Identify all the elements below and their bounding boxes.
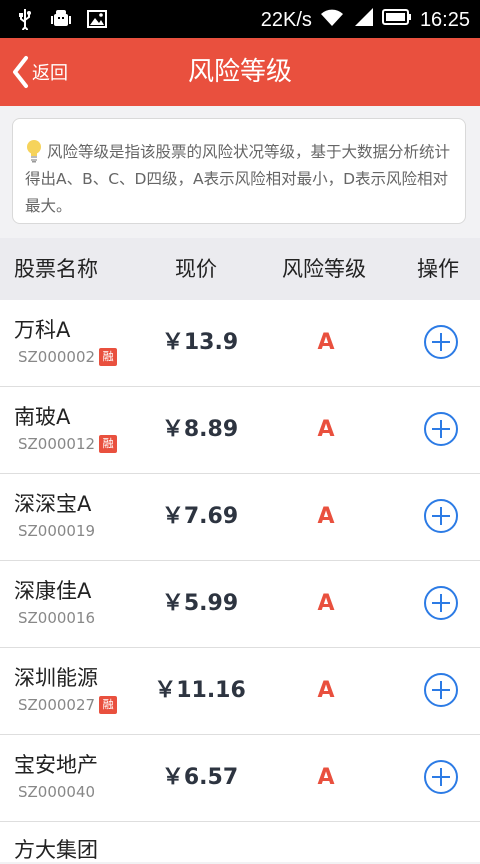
risk-level: A bbox=[317, 591, 335, 616]
info-text: 风险等级是指该股票的风险状况等级，基于大数据分析统计得出A、B、C、D四级，A表… bbox=[25, 143, 451, 215]
usb-icon bbox=[14, 8, 36, 30]
clock: 16:25 bbox=[419, 9, 470, 31]
network-speed: 22K/s bbox=[260, 9, 312, 31]
page-title: 风险等级 bbox=[187, 57, 292, 87]
wifi-icon bbox=[320, 7, 344, 33]
stock-name: 方大集团 bbox=[14, 838, 98, 862]
column-header-risk: 风险等级 bbox=[282, 257, 366, 281]
android-debug-icon bbox=[50, 8, 72, 30]
stock-code-line: SZ000002 融 bbox=[18, 348, 118, 366]
add-circle-icon[interactable] bbox=[423, 585, 459, 621]
stock-price: ￥13.9 bbox=[161, 330, 239, 355]
stock-name: 南玻A bbox=[14, 405, 71, 429]
signal-icon bbox=[352, 7, 374, 33]
stock-price: ￥5.99 bbox=[161, 591, 239, 616]
risk-level: A bbox=[317, 765, 335, 790]
column-header-action: 操作 bbox=[417, 257, 459, 281]
table-row[interactable]: 宝安地产 SZ000040 ￥6.57 A bbox=[0, 735, 480, 822]
table-row[interactable]: 深圳能源 SZ000027 融 ￥11.16 A bbox=[0, 648, 480, 735]
margin-badge: 融 bbox=[99, 435, 118, 453]
info-box: 风险等级是指该股票的风险状况等级，基于大数据分析统计得出A、B、C、D四级，A表… bbox=[12, 118, 466, 224]
stock-name: 深深宝A bbox=[14, 492, 92, 516]
stock-code-line: SZ000027 融 bbox=[18, 696, 118, 714]
stock-name: 宝安地产 bbox=[14, 753, 98, 777]
add-circle-icon[interactable] bbox=[423, 672, 459, 708]
add-circle-icon[interactable] bbox=[423, 411, 459, 447]
status-right: 22K/s 16:25 bbox=[261, 7, 470, 33]
add-circle-icon[interactable] bbox=[423, 759, 459, 795]
add-circle-icon[interactable] bbox=[423, 324, 459, 360]
stock-code: SZ000019 bbox=[18, 522, 96, 540]
status-bar: 22K/s 16:25 bbox=[0, 0, 480, 38]
table-row[interactable]: 深深宝A SZ000019 ￥7.69 A bbox=[0, 474, 480, 561]
stock-list: 万科A SZ000002 融 ￥13.9 A 南玻A SZ000012 融 ￥8.8… bbox=[0, 300, 480, 862]
stock-name: 万科A bbox=[14, 318, 71, 342]
margin-badge: 融 bbox=[99, 348, 118, 366]
risk-level: A bbox=[317, 504, 335, 529]
stock-code: SZ000040 bbox=[18, 783, 96, 801]
stock-code: SZ000012 bbox=[18, 435, 96, 453]
stock-name: 深圳能源 bbox=[14, 666, 98, 690]
risk-level: A bbox=[317, 678, 335, 703]
add-circle-icon[interactable] bbox=[423, 498, 459, 534]
column-header-price: 现价 bbox=[175, 257, 217, 281]
battery-icon bbox=[381, 8, 412, 32]
stock-name: 深康佳A bbox=[14, 579, 92, 603]
image-notification-icon bbox=[86, 8, 108, 30]
status-left-icons bbox=[14, 8, 108, 30]
stock-code: SZ000016 bbox=[18, 609, 96, 627]
stock-code-line: SZ000040 bbox=[18, 783, 95, 801]
table-row[interactable]: 万科A SZ000002 融 ￥13.9 A bbox=[0, 300, 480, 387]
stock-code-line: SZ000019 bbox=[18, 522, 95, 540]
stock-price: ￥7.69 bbox=[161, 504, 239, 529]
risk-level: A bbox=[317, 330, 335, 355]
stock-price: ￥6.57 bbox=[161, 765, 239, 790]
stock-price: ￥8.89 bbox=[161, 417, 239, 442]
table-row[interactable]: 深康佳A SZ000016 ￥5.99 A bbox=[0, 561, 480, 648]
table-header: 股票名称 现价 风险等级 操作 bbox=[0, 238, 480, 300]
table-row[interactable]: 方大集团 bbox=[0, 822, 480, 862]
stock-price: ￥11.16 bbox=[154, 678, 246, 703]
margin-badge: 融 bbox=[99, 696, 118, 714]
stock-code-line: SZ000012 融 bbox=[18, 435, 118, 453]
column-header-name: 股票名称 bbox=[14, 257, 98, 281]
app-header: 返回 风险等级 bbox=[0, 38, 480, 106]
stock-code-line: SZ000016 bbox=[18, 609, 95, 627]
risk-level: A bbox=[317, 417, 335, 442]
table-row[interactable]: 南玻A SZ000012 融 ￥8.89 A bbox=[0, 387, 480, 474]
stock-code: SZ000002 bbox=[18, 348, 96, 366]
stock-code: SZ000027 bbox=[18, 696, 96, 714]
lightbulb-icon bbox=[27, 140, 41, 163]
